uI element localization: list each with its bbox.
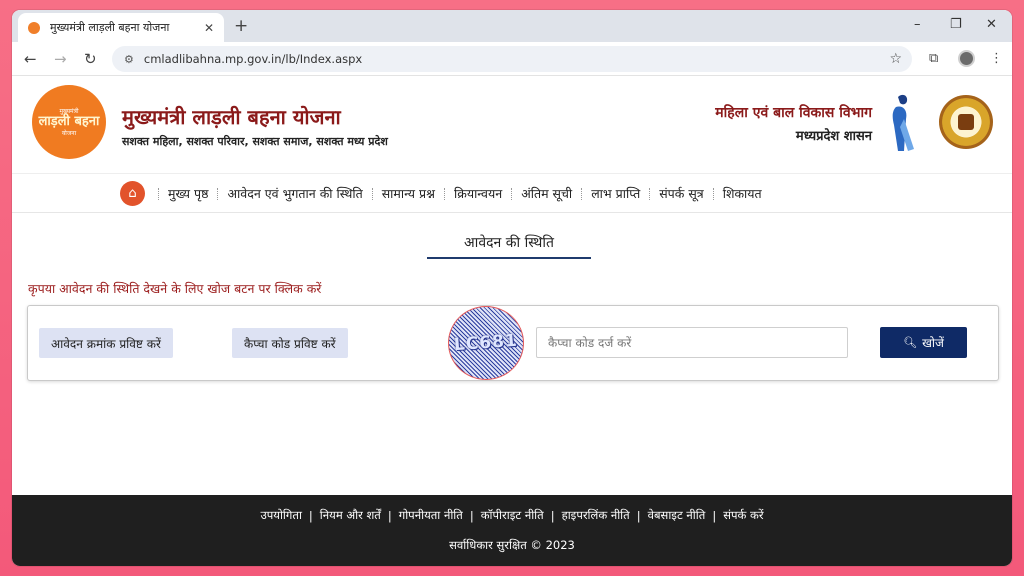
nav-item-faq[interactable]: सामान्य प्रश्न — [373, 185, 444, 202]
site-tagline: सशक्त महिला, सशक्त परिवार, सशक्त समाज, स… — [122, 135, 388, 148]
address-bar[interactable]: ⚙ cmladlibahna.mp.gov.in/lb/Index.aspx ☆ — [112, 46, 912, 72]
copyright-text: सर्वाधिकार सुरक्षित © 2023 — [449, 538, 575, 552]
department-figure-icon — [892, 94, 914, 151]
footer-link-hyperlink[interactable]: हाइपरलिंक नीति — [555, 508, 637, 523]
site-footer: उपयोगिता | नियम और शर्तें | गोपनीयता नीत… — [12, 495, 1012, 566]
search-icon: 🔍︎ — [903, 336, 918, 349]
browser-tab[interactable]: मुख्यमंत्री लाड़ली बहना योजना ✕ — [18, 13, 224, 42]
bookmark-star-icon[interactable]: ☆ — [889, 51, 902, 67]
nav-item-implementation[interactable]: क्रियान्वयन — [445, 185, 511, 202]
footer-link-privacy[interactable]: गोपनीयता नीति — [392, 508, 470, 523]
nav-items: मुख्य पृष्ठ आवेदन एवं भुगतान की स्थिति स… — [158, 185, 771, 202]
minimize-icon[interactable]: – — [914, 17, 921, 32]
footer-link-usability[interactable]: उपयोगिता — [253, 508, 308, 523]
forward-icon[interactable]: → — [54, 50, 67, 68]
captcha-input[interactable] — [536, 327, 848, 358]
application-number-button[interactable]: आवेदन क्रमांक प्रविष्ट करें — [39, 328, 173, 358]
tab-close-icon[interactable]: ✕ — [204, 21, 214, 35]
status-search-card: आवेदन क्रमांक प्रविष्ट करें कैप्चा कोड प… — [27, 305, 999, 381]
state-emblem-icon — [939, 95, 993, 149]
main-nav: ⌂ मुख्य पृष्ठ आवेदन एवं भुगतान की स्थिति… — [12, 173, 1012, 213]
site-title: मुख्यमंत्री लाड़ली बहना योजना — [122, 105, 341, 129]
browser-window: मुख्यमंत्री लाड़ली बहना योजना ✕ + – ❐ ✕ … — [12, 10, 1012, 566]
profile-avatar[interactable] — [958, 50, 975, 67]
nav-item-contact[interactable]: संपर्क सूत्र — [650, 185, 712, 202]
url-text: cmladlibahna.mp.gov.in/lb/Index.aspx — [143, 52, 363, 66]
reload-icon[interactable]: ↻ — [84, 50, 97, 68]
search-button-label: खोजें — [922, 336, 944, 350]
captcha-image: LC681 — [448, 306, 524, 380]
site-info-icon[interactable]: ⚙ — [124, 53, 134, 66]
new-tab-icon[interactable]: + — [234, 16, 248, 36]
scheme-logo[interactable]: मुख्यमंत्री लाड़ली बहना योजना — [32, 85, 106, 159]
emblem-core — [958, 114, 974, 130]
department-block: महिला एवं बाल विकास विभाग मध्यप्रदेश शास… — [715, 103, 872, 144]
back-icon[interactable]: ← — [24, 50, 37, 68]
government-name: मध्यप्रदेश शासन — [795, 129, 872, 144]
footer-link-terms[interactable]: नियम और शर्तें — [313, 508, 388, 523]
search-button[interactable]: 🔍︎ खोजें — [880, 327, 967, 358]
nav-item-final-list[interactable]: अंतिम सूची — [512, 185, 581, 202]
tab-strip: मुख्यमंत्री लाड़ली बहना योजना ✕ + – ❐ ✕ — [12, 10, 1012, 42]
logo-bottom-text: योजना — [61, 130, 77, 137]
instruction-text: कृपया आवेदन की स्थिति देखने के लिए खोज ब… — [28, 281, 322, 296]
footer-link-contact[interactable]: संपर्क करें — [716, 508, 770, 523]
department-name: महिला एवं बाल विकास विभाग — [715, 105, 872, 121]
captcha-code-button[interactable]: कैप्चा कोड प्रविष्ट करें — [232, 328, 348, 358]
nav-item-application-status[interactable]: आवेदन एवं भुगतान की स्थिति — [218, 185, 371, 202]
browser-toolbar: ← → ↻ ⚙ cmladlibahna.mp.gov.in/lb/Index.… — [12, 42, 1012, 76]
nav-item-complaint[interactable]: शिकायत — [714, 185, 771, 202]
nav-item-home[interactable]: मुख्य पृष्ठ — [159, 185, 217, 202]
footer-link-copyright[interactable]: कॉपीराइट नीति — [474, 508, 551, 523]
nav-item-benefit[interactable]: लाभ प्राप्ति — [582, 185, 649, 202]
restore-icon[interactable]: ❐ — [950, 17, 962, 32]
site-header: मुख्यमंत्री लाड़ली बहना योजना मुख्यमंत्र… — [12, 77, 1012, 173]
extensions-icon[interactable]: ⧉ — [929, 51, 938, 66]
window-close-icon[interactable]: ✕ — [986, 17, 997, 32]
section-title: आवेदन की स्थिति — [464, 235, 554, 251]
menu-icon[interactable]: ⋮ — [990, 51, 1003, 66]
captcha-text: LC681 — [453, 330, 519, 356]
home-icon[interactable]: ⌂ — [120, 181, 145, 206]
favicon-icon — [28, 21, 40, 34]
footer-link-website-policy[interactable]: वेबसाइट नीति — [641, 508, 713, 523]
logo-main-text: लाड़ली बहना — [38, 114, 100, 129]
tab-title: मुख्यमंत्री लाड़ली बहना योजना — [50, 21, 170, 34]
section-underline — [427, 257, 591, 259]
footer-links: उपयोगिता | नियम और शर्तें | गोपनीयता नीत… — [12, 508, 1012, 523]
web-page: मुख्यमंत्री लाड़ली बहना योजना मुख्यमंत्र… — [12, 77, 1012, 566]
